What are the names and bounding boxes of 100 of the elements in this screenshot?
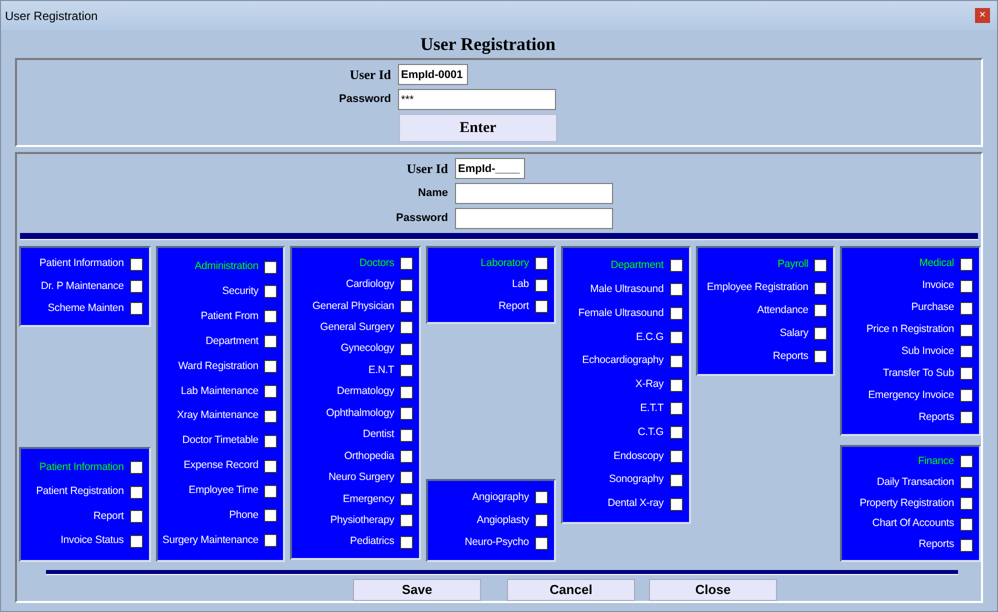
checkbox-label: Transfer To Sub <box>882 366 954 382</box>
checkbox[interactable] <box>400 471 414 484</box>
checkbox[interactable] <box>670 426 683 440</box>
group-heading: Administration <box>194 259 258 274</box>
checkbox[interactable] <box>534 278 548 292</box>
checkbox[interactable] <box>960 367 973 380</box>
text-field[interactable]: *** <box>398 89 556 110</box>
checkbox[interactable] <box>814 282 828 295</box>
text-field[interactable]: EmpId-0001 <box>398 64 468 85</box>
checkbox[interactable] <box>264 509 278 522</box>
checkbox[interactable] <box>264 534 278 548</box>
checkbox[interactable] <box>130 280 143 293</box>
checkbox-label: Sonography <box>608 472 664 488</box>
checkbox[interactable] <box>960 280 973 293</box>
checkbox[interactable] <box>960 455 973 468</box>
checkbox[interactable] <box>264 260 278 274</box>
checkbox-label: Lab <box>512 277 529 292</box>
checkbox[interactable] <box>130 461 143 474</box>
checkbox[interactable] <box>670 402 683 416</box>
checkbox[interactable] <box>670 259 683 272</box>
group-heading: Medical <box>919 256 954 272</box>
checkbox[interactable] <box>960 389 973 402</box>
checkbox[interactable] <box>534 536 548 550</box>
checkbox[interactable] <box>264 310 278 324</box>
checkbox[interactable] <box>264 384 278 398</box>
checkbox-label: Gynecology <box>340 341 394 356</box>
text-field[interactable] <box>455 208 613 229</box>
checkbox[interactable] <box>534 257 548 270</box>
checkbox[interactable] <box>400 450 414 463</box>
checkbox[interactable] <box>670 354 683 368</box>
checkbox[interactable] <box>960 411 973 424</box>
checkbox-label: Endoscopy <box>613 448 664 464</box>
action-button[interactable]: Cancel <box>507 579 635 601</box>
checkbox-label: Daily Transaction <box>876 474 954 490</box>
checkbox[interactable] <box>130 486 143 499</box>
checkbox[interactable] <box>400 321 414 334</box>
checkbox[interactable] <box>814 350 828 364</box>
checkbox[interactable] <box>400 492 414 506</box>
checkbox[interactable] <box>960 476 973 490</box>
checkbox-label: Reports <box>772 349 808 364</box>
checkbox[interactable] <box>400 386 414 399</box>
checkbox[interactable] <box>814 327 828 340</box>
text-field[interactable] <box>455 183 613 204</box>
checkbox[interactable] <box>670 498 683 511</box>
checkbox-label: Employee Time <box>188 483 258 498</box>
checkbox-label: Ophthalmology <box>326 406 394 421</box>
checkbox[interactable] <box>534 514 548 527</box>
checkbox-label: Invoice <box>922 278 954 294</box>
checkbox-label: General Surgery <box>320 320 394 335</box>
checkbox[interactable] <box>960 518 973 531</box>
checkbox[interactable] <box>264 484 278 498</box>
checkbox[interactable] <box>264 410 278 423</box>
checkbox[interactable] <box>670 283 683 296</box>
checkbox[interactable] <box>400 407 414 420</box>
checkbox[interactable] <box>400 428 414 442</box>
checkbox[interactable] <box>130 258 143 271</box>
group-heading: Finance <box>918 454 954 470</box>
group-heading: Department <box>610 258 664 274</box>
checkbox[interactable] <box>400 257 414 270</box>
group-heading: Payroll <box>778 257 808 272</box>
checkbox-label: Patient Information <box>39 256 124 272</box>
checkbox-label: Orthopedia <box>344 448 394 464</box>
checkbox[interactable] <box>814 258 828 272</box>
checkbox[interactable] <box>400 300 414 313</box>
text-field[interactable]: EmpId-____ <box>455 158 525 179</box>
group-heading: Patient Information <box>39 460 124 475</box>
checkbox[interactable] <box>670 450 683 463</box>
checkbox-label: E.C.G <box>636 330 664 344</box>
checkbox[interactable] <box>400 536 414 549</box>
checkbox[interactable] <box>264 434 278 448</box>
checkbox[interactable] <box>960 496 973 510</box>
checkbox[interactable] <box>264 460 278 473</box>
checkbox[interactable] <box>400 342 414 356</box>
action-button[interactable]: Close <box>649 579 777 601</box>
checkbox[interactable] <box>130 302 143 316</box>
checkbox[interactable] <box>960 538 973 552</box>
checkbox[interactable] <box>534 300 548 313</box>
checkbox[interactable] <box>670 330 683 344</box>
checkbox[interactable] <box>670 307 683 320</box>
checkbox[interactable] <box>400 364 414 378</box>
checkbox[interactable] <box>960 324 973 336</box>
checkbox[interactable] <box>534 491 548 504</box>
checkbox[interactable] <box>400 278 414 292</box>
enter-button[interactable]: Enter <box>399 114 557 142</box>
checkbox[interactable] <box>960 302 973 315</box>
checkbox[interactable] <box>960 345 973 358</box>
checkbox[interactable] <box>960 258 973 271</box>
checkbox[interactable] <box>264 335 278 348</box>
checkbox[interactable] <box>130 534 143 548</box>
checkbox[interactable] <box>670 378 683 392</box>
checkbox-label: Phone <box>229 508 258 524</box>
checkbox[interactable] <box>814 304 828 318</box>
close-button[interactable]: × <box>975 8 990 23</box>
checkbox[interactable] <box>400 514 414 528</box>
checkbox-label: Doctor Timetable <box>182 433 258 448</box>
checkbox[interactable] <box>264 285 278 298</box>
action-button[interactable]: Save <box>353 579 481 601</box>
checkbox[interactable] <box>130 510 143 524</box>
checkbox[interactable] <box>670 474 683 487</box>
checkbox[interactable] <box>264 360 278 374</box>
